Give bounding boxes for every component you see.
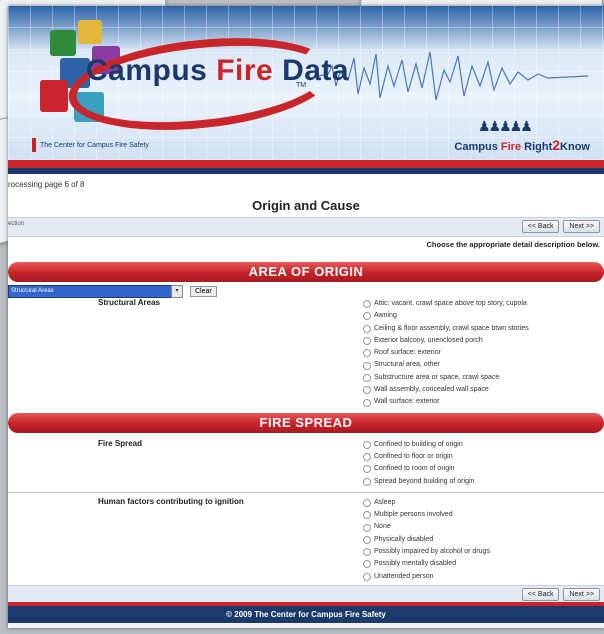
soundwave-graphic [318, 51, 588, 101]
radio-button[interactable] [363, 535, 371, 544]
flame-icon [32, 138, 36, 152]
radio-option[interactable]: Wall assembly, concealed wall space [363, 384, 604, 396]
web-page: Campus Fire Data TM ♟♟♟♟♟ The Center for… [8, 6, 604, 628]
people-silhouette-icon: ♟♟♟♟♟ [478, 118, 533, 134]
radio-button[interactable] [363, 337, 371, 346]
section-label: ection [8, 221, 25, 227]
progress-status: rocessing page 6 of 8 [8, 180, 85, 189]
site-banner: Campus Fire Data TM ♟♟♟♟♟ The Center for… [8, 6, 604, 160]
instruction-text: Choose the appropriate detail descriptio… [426, 240, 601, 249]
bottom-nav-bar: << Back Next >> [8, 584, 604, 602]
radio-button[interactable] [363, 386, 371, 395]
next-button[interactable]: Next >> [563, 587, 600, 601]
radio-option[interactable]: Wall surface: exterior [363, 396, 604, 408]
clear-button[interactable]: Clear [190, 285, 217, 297]
section-header-area-of-origin: AREA OF ORIGIN [8, 262, 604, 282]
radio-button[interactable] [363, 465, 371, 474]
radio-button[interactable] [363, 361, 371, 370]
radio-option[interactable]: None [363, 521, 604, 533]
slogan: Campus Fire Right2Know [454, 137, 590, 153]
radio-option[interactable]: Asleep [363, 497, 604, 509]
section-header-fire-spread: FIRE SPREAD [8, 412, 604, 433]
radio-option[interactable]: Awning [363, 310, 604, 322]
radio-button[interactable] [363, 300, 371, 309]
area-select-row: Structural Areas ▾ Clear [8, 284, 604, 298]
radio-option[interactable]: Possibly mentally disabled [363, 558, 604, 570]
back-button[interactable]: << Back [521, 220, 560, 233]
radio-button[interactable] [363, 453, 371, 462]
radio-button[interactable] [363, 523, 371, 532]
radio-option[interactable]: Structural area, other [363, 359, 604, 371]
radio-button[interactable] [363, 572, 371, 581]
radio-option[interactable]: Spread beyond building of origin [363, 476, 604, 488]
radio-button[interactable] [363, 312, 371, 321]
radio-option[interactable]: Unattended person [363, 571, 604, 583]
question-fire-spread: Fire Spread Confined to building of orig… [8, 439, 604, 488]
radio-option[interactable]: Ceiling & floor assembly, crawl space bt… [363, 323, 604, 335]
banner-red-stripe [8, 160, 604, 168]
radio-option[interactable]: Multiple persons involved [363, 509, 604, 521]
radio-option[interactable]: Confined to building of origin [363, 439, 604, 451]
question-label: Human factors contributing to ignition [98, 496, 244, 506]
radio-option[interactable]: Exterior balcony, unenclosed porch [363, 335, 604, 347]
trademark-mark: TM [296, 82, 307, 89]
radio-option[interactable]: Substructure area or space, crawl space [363, 372, 604, 384]
radio-button[interactable] [363, 511, 371, 520]
radio-option[interactable]: Physically disabled [363, 534, 604, 546]
back-button[interactable]: << Back [521, 587, 560, 601]
radio-button[interactable] [363, 560, 371, 569]
page-bottom [8, 622, 604, 628]
radio-button[interactable] [363, 373, 371, 382]
question-label: Fire Spread [98, 438, 143, 448]
radio-option[interactable]: Roof surface: exterior [363, 347, 604, 359]
chevron-down-icon[interactable]: ▾ [171, 284, 183, 298]
radio-option[interactable]: Confined to floor or origin [363, 451, 604, 463]
radio-button[interactable] [363, 324, 371, 333]
page-title: Origin and Cause [252, 198, 360, 213]
question-human-factors: Human factors contributing to ignition A… [8, 497, 604, 583]
radio-button[interactable] [363, 477, 371, 486]
radio-button[interactable] [363, 440, 371, 449]
center-tagline: The Center for Campus Fire Safety [32, 138, 149, 152]
top-nav-bar: ection << Back Next >> [8, 217, 604, 237]
question-label: Structural Areas [98, 298, 160, 307]
question-structural-areas: Structural Areas Attic: vacant, crawl sp… [8, 298, 604, 409]
site-logo[interactable]: Campus Fire Data [86, 54, 349, 88]
radio-option[interactable]: Attic: vacant, crawl space above top sto… [363, 298, 604, 310]
radio-button[interactable] [363, 548, 371, 557]
radio-option[interactable]: Confined to room of origin [363, 463, 604, 475]
area-category-select[interactable]: Structural Areas ▾ [8, 284, 183, 298]
radio-button[interactable] [363, 499, 371, 507]
radio-button[interactable] [363, 349, 371, 358]
site-footer: © 2009 The Center for Campus Fire Safety [8, 601, 604, 623]
radio-option[interactable]: Possibly impaired by alcohol or drugs [363, 546, 604, 558]
divider [8, 491, 604, 493]
next-button[interactable]: Next >> [563, 220, 600, 233]
radio-button[interactable] [363, 398, 371, 407]
